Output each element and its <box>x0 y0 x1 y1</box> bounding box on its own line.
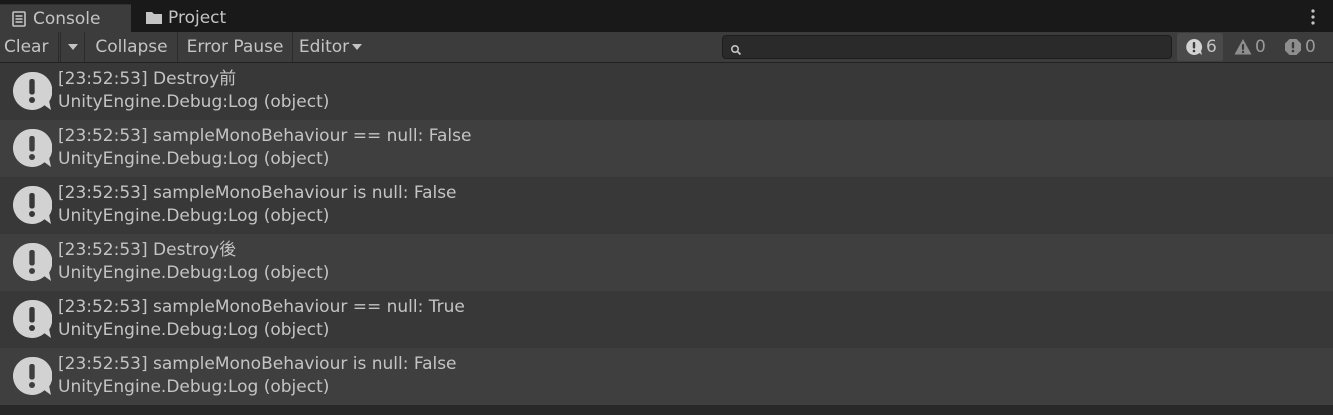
clear-button[interactable]: Clear <box>0 32 59 62</box>
log-message: [23:52:53] sampleMonoBehaviour == null: … <box>58 126 472 146</box>
log-message: [23:52:53] sampleMonoBehaviour is null: … <box>58 354 457 374</box>
tab-console-label: Console <box>33 8 101 29</box>
tab-project[interactable]: Project <box>143 4 263 32</box>
more-options-icon[interactable] <box>1310 8 1316 26</box>
error-icon <box>1284 38 1302 56</box>
editor-dropdown-label: Editor <box>298 37 350 57</box>
error-pause-toggle[interactable]: Error Pause <box>178 32 293 62</box>
log-message: [23:52:53] Destroy後 <box>58 240 237 260</box>
folder-icon <box>145 9 163 27</box>
tab-console[interactable]: Console <box>0 4 131 32</box>
chevron-down-icon <box>67 44 78 50</box>
info-count-toggle[interactable]: 6 <box>1177 33 1223 61</box>
search-input[interactable] <box>745 36 1169 60</box>
log-stacktrace: UnityEngine.Debug:Log (object) <box>58 149 330 169</box>
search-field[interactable] <box>722 35 1172 60</box>
log-stacktrace: UnityEngine.Debug:Log (object) <box>58 377 330 397</box>
editor-target-dropdown[interactable]: Editor <box>293 32 368 62</box>
info-message-icon <box>12 356 53 396</box>
log-stacktrace: UnityEngine.Debug:Log (object) <box>58 92 330 112</box>
log-message: [23:52:53] sampleMonoBehaviour is null: … <box>58 183 457 203</box>
clear-options-dropdown[interactable] <box>60 32 85 62</box>
info-message-icon <box>12 242 53 282</box>
console-log-list: [23:52:53] Destroy前 UnityEngine.Debug:Lo… <box>0 63 1333 415</box>
warning-icon <box>1234 38 1252 56</box>
collapse-toggle-label: Collapse <box>95 37 168 57</box>
error-count-toggle[interactable]: 0 <box>1284 33 1326 61</box>
console-icon <box>10 10 28 28</box>
log-message: [23:52:53] Destroy前 <box>58 69 237 89</box>
log-entry[interactable]: [23:52:53] sampleMonoBehaviour is null: … <box>0 177 1333 234</box>
console-toolbar: Clear Collapse Error Pause Editor 6 0 0 <box>0 32 1333 63</box>
log-stacktrace: UnityEngine.Debug:Log (object) <box>58 320 330 340</box>
clear-button-label: Clear <box>4 37 49 57</box>
log-entry[interactable]: [23:52:53] sampleMonoBehaviour is null: … <box>0 348 1333 405</box>
search-icon <box>730 41 742 56</box>
info-message-icon <box>12 185 53 225</box>
log-message: [23:52:53] sampleMonoBehaviour == null: … <box>58 297 465 317</box>
warning-count-toggle[interactable]: 0 <box>1234 33 1276 61</box>
info-message-icon <box>12 128 53 168</box>
info-count: 6 <box>1206 37 1217 57</box>
log-entry[interactable]: [23:52:53] Destroy後 UnityEngine.Debug:Lo… <box>0 234 1333 291</box>
tab-project-label: Project <box>168 8 227 28</box>
log-stacktrace: UnityEngine.Debug:Log (object) <box>58 206 330 226</box>
info-message-icon <box>12 299 53 339</box>
chevron-down-icon <box>352 44 363 50</box>
error-pause-toggle-label: Error Pause <box>186 37 284 57</box>
info-message-icon <box>12 71 53 111</box>
log-entry[interactable]: [23:52:53] sampleMonoBehaviour == null: … <box>0 120 1333 177</box>
log-stacktrace: UnityEngine.Debug:Log (object) <box>58 263 330 283</box>
window-tab-bar: Console Project <box>0 0 1333 32</box>
collapse-toggle[interactable]: Collapse <box>86 32 178 62</box>
error-count: 0 <box>1305 37 1316 57</box>
log-entry[interactable]: [23:52:53] Destroy前 UnityEngine.Debug:Lo… <box>0 63 1333 120</box>
info-icon <box>1185 38 1203 56</box>
log-entry[interactable]: [23:52:53] sampleMonoBehaviour == null: … <box>0 291 1333 348</box>
warning-count: 0 <box>1255 37 1266 57</box>
